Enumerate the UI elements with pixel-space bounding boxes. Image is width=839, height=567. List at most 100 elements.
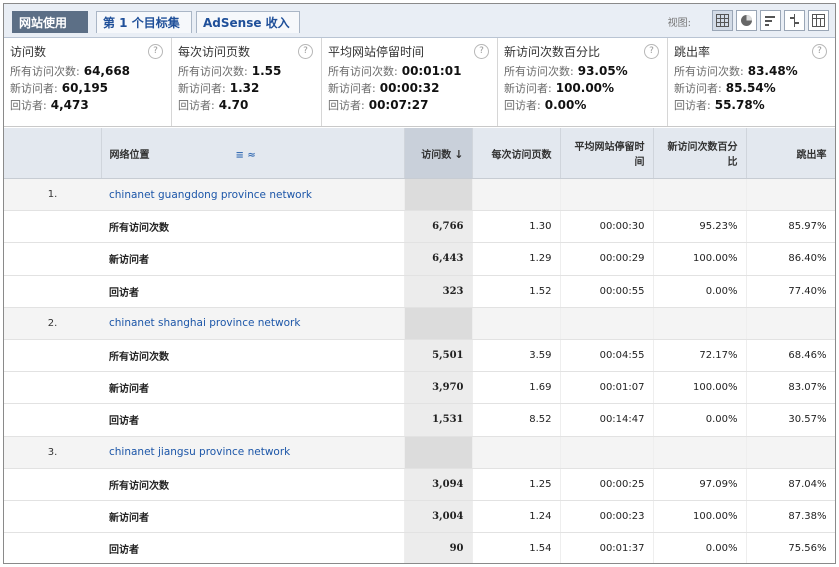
empty-cell bbox=[653, 307, 747, 340]
bounce-cell: 68.46% bbox=[746, 339, 835, 373]
help-icon[interactable]: ? bbox=[812, 44, 827, 59]
network-link[interactable]: chinanet jiangsu province network bbox=[101, 436, 405, 469]
tab-adsense-revenue[interactable]: AdSense 收入 bbox=[196, 11, 300, 33]
metric-row-label: 所有访问次数: bbox=[674, 65, 744, 78]
table-row: 回访者 1,531 8.52 00:14:47 0.00% 30.57% bbox=[4, 403, 835, 437]
pie-view-icon[interactable] bbox=[736, 10, 757, 31]
help-icon[interactable]: ? bbox=[644, 44, 659, 59]
tab-goal-set-1[interactable]: 第 1 个目标集 bbox=[96, 11, 192, 33]
metric-row-label: 新访问者: bbox=[504, 82, 552, 95]
metric-row-label: 回访者: bbox=[674, 99, 711, 112]
report-panel: 网站使用 第 1 个目标集 AdSense 收入 视图: 访问数 ? 所有访问次… bbox=[3, 3, 836, 564]
group-row: 3. chinanet jiangsu province network bbox=[4, 436, 835, 469]
new-pct-cell: 100.00% bbox=[653, 500, 747, 534]
table-row: 新访问者 6,443 1.29 00:00:29 100.00% 86.40% bbox=[4, 242, 835, 276]
metric-row-value: 93.05% bbox=[577, 64, 628, 78]
help-icon[interactable]: ? bbox=[148, 44, 163, 59]
row-index: 2. bbox=[4, 307, 101, 340]
avg-time-cell: 00:04:55 bbox=[560, 339, 654, 373]
table-row: 所有访问次数 3,094 1.25 00:00:25 97.09% 87.04% bbox=[4, 468, 835, 501]
segment-label: 回访者 bbox=[101, 403, 405, 437]
metric-row-label: 回访者: bbox=[178, 99, 215, 112]
metrics-scorecards: 访问数 ? 所有访问次数: 64,668 新访问者: 60,195 回访者: 4,47… bbox=[4, 38, 835, 127]
empty-cell bbox=[4, 532, 101, 563]
segment-label: 新访问者 bbox=[101, 371, 405, 405]
index-header bbox=[4, 128, 102, 179]
bounce-cell: 85.97% bbox=[746, 210, 835, 244]
metric-avg-time-on-site[interactable]: 平均网站停留时间 ? 所有访问次数: 00:01:01 新访问者: 00:00:32… bbox=[322, 38, 498, 126]
avg-time-cell: 00:01:37 bbox=[560, 532, 654, 563]
metric-title: 新访问次数百分比 bbox=[504, 45, 601, 59]
metric-title: 跳出率 bbox=[674, 45, 711, 59]
tab-site-usage[interactable]: 网站使用 bbox=[12, 11, 88, 33]
avg-time-cell: 00:01:07 bbox=[560, 371, 654, 405]
metric-row-value: 4,473 bbox=[50, 98, 89, 112]
network-link[interactable]: chinanet shanghai province network bbox=[101, 307, 405, 340]
help-icon[interactable]: ? bbox=[474, 44, 489, 59]
empty-cell bbox=[4, 371, 101, 405]
empty-cell bbox=[4, 242, 101, 276]
table-view-icon[interactable] bbox=[712, 10, 733, 31]
bounce-cell: 86.40% bbox=[746, 242, 835, 276]
bounce-cell: 77.40% bbox=[746, 275, 835, 308]
empty-cell bbox=[4, 210, 101, 244]
group-row: 2. chinanet shanghai province network bbox=[4, 307, 835, 340]
new-pct-cell: 0.00% bbox=[653, 403, 747, 437]
metric-new-visits-pct[interactable]: 新访问次数百分比 ? 所有访问次数: 93.05% 新访问者: 100.00% 回访… bbox=[498, 38, 668, 126]
network-link[interactable]: chinanet guangdong province network bbox=[101, 178, 405, 212]
metric-row-label: 回访者: bbox=[328, 99, 365, 112]
visits-header[interactable]: 访问数 ↓ bbox=[404, 128, 473, 179]
metric-row-value: 85.54% bbox=[725, 81, 776, 95]
metric-pages-per-visit[interactable]: 每次访问页数 ? 所有访问次数: 1.55 新访问者: 1.32 回访者: 4.70 bbox=[172, 38, 322, 126]
empty-cell bbox=[472, 178, 561, 212]
visits-cell: 1,531 bbox=[404, 403, 473, 437]
metric-row-value: 0.00% bbox=[544, 98, 587, 112]
visits-cell: 5,501 bbox=[404, 339, 473, 373]
pages-cell: 1.24 bbox=[472, 500, 561, 534]
performance-view-icon[interactable] bbox=[760, 10, 781, 31]
metric-row-value: 00:00:32 bbox=[379, 81, 440, 95]
metric-visits[interactable]: 访问数 ? 所有访问次数: 64,668 新访问者: 60,195 回访者: 4,47… bbox=[4, 38, 172, 126]
pages-cell: 1.69 bbox=[472, 371, 561, 405]
metric-row-value: 1.32 bbox=[229, 81, 260, 95]
empty-cell bbox=[653, 178, 747, 212]
new-pct-cell: 0.00% bbox=[653, 532, 747, 563]
metric-row-label: 所有访问次数: bbox=[10, 65, 80, 78]
pages-cell: 8.52 bbox=[472, 403, 561, 437]
table-row: 回访者 90 1.54 00:01:37 0.00% 75.56% bbox=[4, 532, 835, 563]
empty-cell bbox=[404, 436, 473, 469]
table-row: 回访者 323 1.52 00:00:55 0.00% 77.40% bbox=[4, 275, 835, 308]
avg-time-cell: 00:00:55 bbox=[560, 275, 654, 308]
visits-cell: 6,443 bbox=[404, 242, 473, 276]
metric-row-label: 所有访问次数: bbox=[178, 65, 248, 78]
bounce-cell: 87.04% bbox=[746, 468, 835, 501]
dimension-header[interactable]: 网络位置 ≡ ≈ bbox=[101, 128, 405, 179]
metric-row-value: 00:01:01 bbox=[401, 64, 462, 78]
avg-time-cell: 00:00:23 bbox=[560, 500, 654, 534]
comparison-view-icon[interactable] bbox=[784, 10, 805, 31]
metric-title: 平均网站停留时间 bbox=[328, 45, 425, 59]
metric-bounce-rate[interactable]: 跳出率 ? 所有访问次数: 83.48% 新访问者: 85.54% 回访者: 55.7… bbox=[668, 38, 835, 126]
segment-label: 回访者 bbox=[101, 275, 405, 308]
metric-row-label: 回访者: bbox=[504, 99, 541, 112]
visits-cell: 6,766 bbox=[404, 210, 473, 244]
row-index: 1. bbox=[4, 178, 101, 212]
group-row: 1. chinanet guangdong province network bbox=[4, 178, 835, 212]
pivot-view-icon[interactable] bbox=[808, 10, 829, 31]
bounce-cell: 30.57% bbox=[746, 403, 835, 437]
empty-cell bbox=[4, 275, 101, 308]
bounce-cell: 75.56% bbox=[746, 532, 835, 563]
pages-cell: 1.29 bbox=[472, 242, 561, 276]
row-index: 3. bbox=[4, 436, 101, 469]
filter-icon[interactable]: ≡ ≈ bbox=[236, 150, 256, 161]
empty-cell bbox=[404, 178, 473, 212]
network-location-table: 网络位置 ≡ ≈ 访问数 ↓ 每次访问页数 平均网站停留时间 新访问次数百分比 跳出… bbox=[4, 128, 835, 563]
avg-time-header[interactable]: 平均网站停留时间 bbox=[560, 128, 654, 179]
metric-row-label: 新访问者: bbox=[328, 82, 376, 95]
help-icon[interactable]: ? bbox=[298, 44, 313, 59]
metric-row-label: 新访问者: bbox=[10, 82, 58, 95]
metric-row-label: 所有访问次数: bbox=[504, 65, 574, 78]
bounce-header[interactable]: 跳出率 bbox=[746, 128, 835, 179]
pages-header[interactable]: 每次访问页数 bbox=[472, 128, 561, 179]
new-pct-header[interactable]: 新访问次数百分比 bbox=[653, 128, 747, 179]
